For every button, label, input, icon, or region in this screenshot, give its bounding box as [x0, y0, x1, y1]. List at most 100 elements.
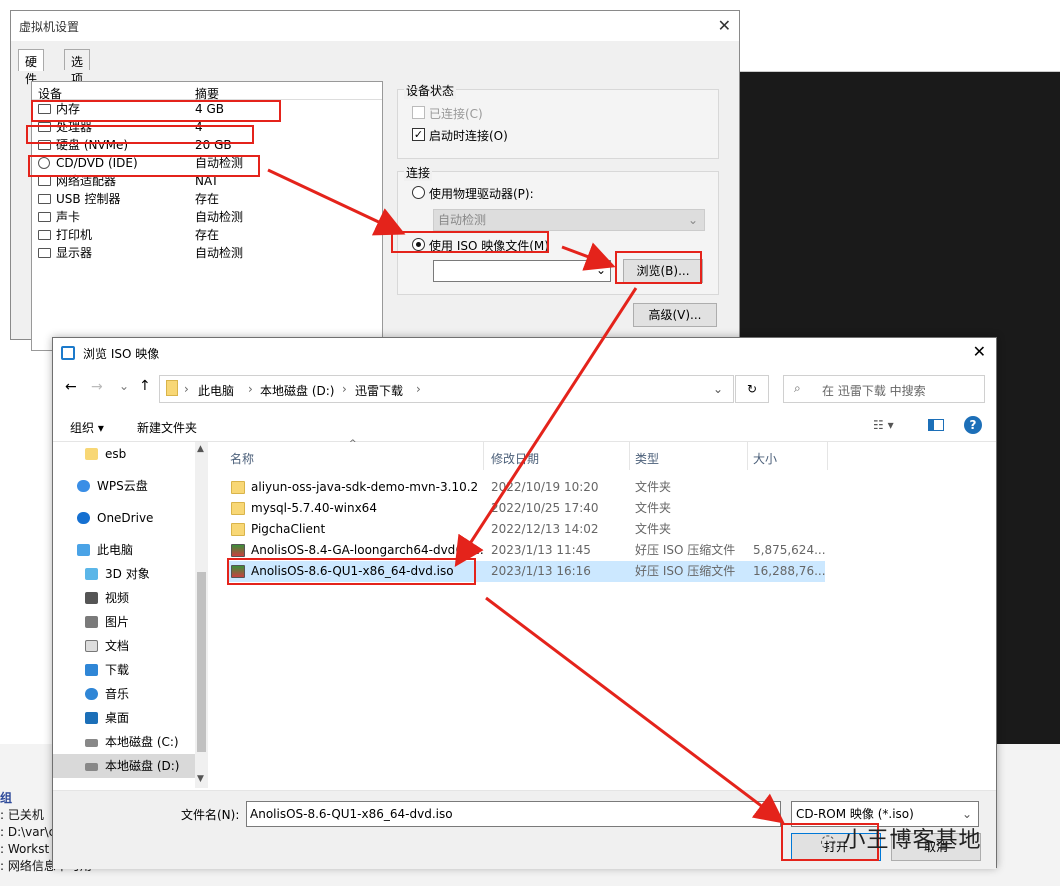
file-row-selected[interactable]: AnolisOS-8.6-QU1-x86_64-dvd.iso 2023/1/13…: [228, 561, 825, 582]
background-window-top: [740, 0, 1060, 72]
chevron-down-icon[interactable]: ⌄: [713, 382, 723, 396]
onedrive-icon: [77, 512, 90, 524]
file-type: 文件夹: [635, 480, 672, 494]
column-size[interactable]: 大小: [753, 450, 777, 467]
file-row[interactable]: AnolisOS-8.4-GA-loongarch64-dvd(1)... 202…: [228, 540, 825, 561]
browse-button[interactable]: 浏览(B)...: [623, 259, 703, 283]
nav-label: 桌面: [105, 711, 130, 725]
device-row-sound[interactable]: 声卡 自动检测: [32, 208, 382, 226]
address-bar[interactable]: › 此电脑 › 本地磁盘 (D:) › 迅雷下载 › ⌄: [159, 375, 734, 403]
chevron-down-icon[interactable]: ⌄: [765, 802, 775, 826]
device-row-display[interactable]: 显示器 自动检测: [32, 244, 382, 262]
file-name: aliyun-oss-java-sdk-demo-mvn-3.10.2: [251, 480, 479, 494]
device-row-processor[interactable]: 处理器 4: [32, 118, 382, 136]
breadcrumb-item[interactable]: 此电脑: [198, 382, 234, 399]
connection-group: 连接 使用物理驱动器(P): 自动检测 ⌄ 使用 ISO 映像文件(M) ⌄ 浏览…: [397, 164, 719, 295]
close-icon[interactable]: ✕: [718, 16, 731, 35]
chevron-up-icon[interactable]: ▲: [197, 444, 204, 454]
column-type[interactable]: 类型: [635, 450, 659, 467]
device-row-memory[interactable]: 内存 4 GB: [32, 100, 382, 118]
advanced-button[interactable]: 高级(V)...: [633, 303, 717, 327]
file-modified: 2023/1/13 16:16: [491, 564, 591, 578]
file-type: 好压 ISO 压缩文件: [635, 543, 736, 557]
wechat-icon: ◌: [820, 831, 844, 852]
download-icon: [85, 664, 98, 676]
breadcrumb-item[interactable]: 迅雷下载: [355, 382, 403, 399]
iso-image-radio[interactable]: [412, 238, 425, 251]
forward-arrow-icon[interactable]: →: [91, 379, 103, 395]
nav-item-onedrive[interactable]: OneDrive: [53, 506, 195, 530]
connect-on-start-label: 启动时连接(O): [429, 129, 508, 143]
disk-icon: [38, 140, 51, 150]
nav-item-drive-d[interactable]: 本地磁盘 (D:): [53, 754, 195, 778]
connect-on-start-checkbox[interactable]: ✓: [412, 128, 425, 141]
organize-menu[interactable]: 组织 ▾: [70, 419, 104, 436]
up-arrow-icon[interactable]: ↑: [139, 378, 151, 394]
iso-path-input[interactable]: ⌄: [433, 260, 611, 282]
nav-item-videos[interactable]: 视频: [53, 586, 195, 610]
chevron-right-icon: ›: [248, 382, 253, 396]
refresh-icon[interactable]: ↻: [735, 375, 769, 403]
preview-pane-icon[interactable]: [928, 419, 944, 431]
filename-input[interactable]: AnolisOS-8.6-QU1-x86_64-dvd.iso ⌄: [246, 801, 781, 827]
recent-dropdown-icon[interactable]: ⌄: [119, 379, 129, 393]
device-row-cdrom[interactable]: CD/DVD (IDE) 自动检测: [32, 154, 382, 172]
column-modified[interactable]: 修改日期: [491, 450, 539, 467]
device-row-usb[interactable]: USB 控制器 存在: [32, 190, 382, 208]
device-summary: 存在: [195, 228, 220, 242]
view-options-icon[interactable]: ☷ ▾: [873, 418, 894, 432]
breadcrumb-item[interactable]: 本地磁盘 (D:): [260, 382, 334, 399]
chevron-down-icon[interactable]: ▼: [197, 774, 204, 784]
chevron-down-icon: ⌄: [687, 213, 698, 227]
nav-item-3d-objects[interactable]: 3D 对象: [53, 562, 195, 586]
column-name[interactable]: 名称: [230, 450, 254, 467]
file-row[interactable]: PigchaClient 2022/12/13 14:02 文件夹: [228, 519, 825, 540]
group-label: 连接: [404, 164, 433, 181]
connected-checkbox[interactable]: [412, 106, 425, 119]
nav-label: WPS云盘: [97, 479, 148, 493]
printer-icon: [38, 230, 51, 240]
watermark: ◌ 小王博客基地: [820, 822, 981, 854]
file-modified: 2023/1/13 11:45: [491, 543, 591, 557]
scroll-thumb[interactable]: [197, 572, 206, 752]
search-box[interactable]: ⌕ 在 迅雷下载 中搜索: [783, 375, 985, 403]
nav-scrollbar[interactable]: ▲ ▼: [195, 442, 208, 788]
help-icon[interactable]: ?: [964, 416, 982, 434]
nav-item-esb[interactable]: esb: [53, 442, 195, 466]
connected-label: 已连接(C): [429, 107, 483, 121]
device-list: 设备 摘要 内存 4 GB 处理器 4 硬盘 (NVMe) 20 GB CD/DVD …: [31, 81, 383, 351]
search-input: 在 迅雷下载 中搜索: [822, 384, 926, 398]
device-row-disk[interactable]: 硬盘 (NVMe) 20 GB: [32, 136, 382, 154]
device-name: 声卡: [56, 210, 81, 224]
back-arrow-icon[interactable]: ←: [65, 379, 77, 395]
nav-item-wps-cloud[interactable]: WPS云盘: [53, 474, 195, 498]
tab-hardware[interactable]: 硬件: [18, 49, 45, 86]
nav-item-pictures[interactable]: 图片: [53, 610, 195, 634]
device-name: USB 控制器: [56, 192, 121, 206]
picture-icon: [85, 616, 98, 628]
nav-item-drive-c[interactable]: 本地磁盘 (C:): [53, 730, 195, 754]
physical-drive-radio[interactable]: [412, 186, 425, 199]
device-row-printer[interactable]: 打印机 存在: [32, 226, 382, 244]
drive-icon: [85, 739, 98, 747]
device-row-network[interactable]: 网络适配器 NAT: [32, 172, 382, 190]
nav-item-music[interactable]: 音乐: [53, 682, 195, 706]
new-folder-button[interactable]: 新建文件夹: [137, 419, 197, 436]
file-modified: 2022/12/13 14:02: [491, 522, 599, 536]
nav-label: 此电脑: [97, 543, 134, 557]
file-row[interactable]: aliyun-oss-java-sdk-demo-mvn-3.10.2 2022/…: [228, 477, 825, 498]
nav-label: 图片: [105, 615, 130, 629]
nav-item-desktop[interactable]: 桌面: [53, 706, 195, 730]
physical-drive-label: 使用物理驱动器(P):: [429, 187, 534, 201]
nav-item-downloads[interactable]: 下载: [53, 658, 195, 682]
nav-item-documents[interactable]: 文档: [53, 634, 195, 658]
nav-item-this-pc[interactable]: 此电脑: [53, 538, 195, 562]
nav-label: esb: [105, 447, 127, 461]
physical-drive-select[interactable]: 自动检测 ⌄: [433, 209, 705, 231]
folder-icon: [166, 380, 178, 396]
file-row[interactable]: mysql-5.7.40-winx64 2022/10/25 17:40 文件夹: [228, 498, 825, 519]
close-icon[interactable]: ✕: [973, 342, 986, 361]
tab-options[interactable]: 选项: [64, 49, 91, 86]
device-name: 内存: [56, 102, 81, 116]
nav-label: 音乐: [105, 687, 130, 701]
